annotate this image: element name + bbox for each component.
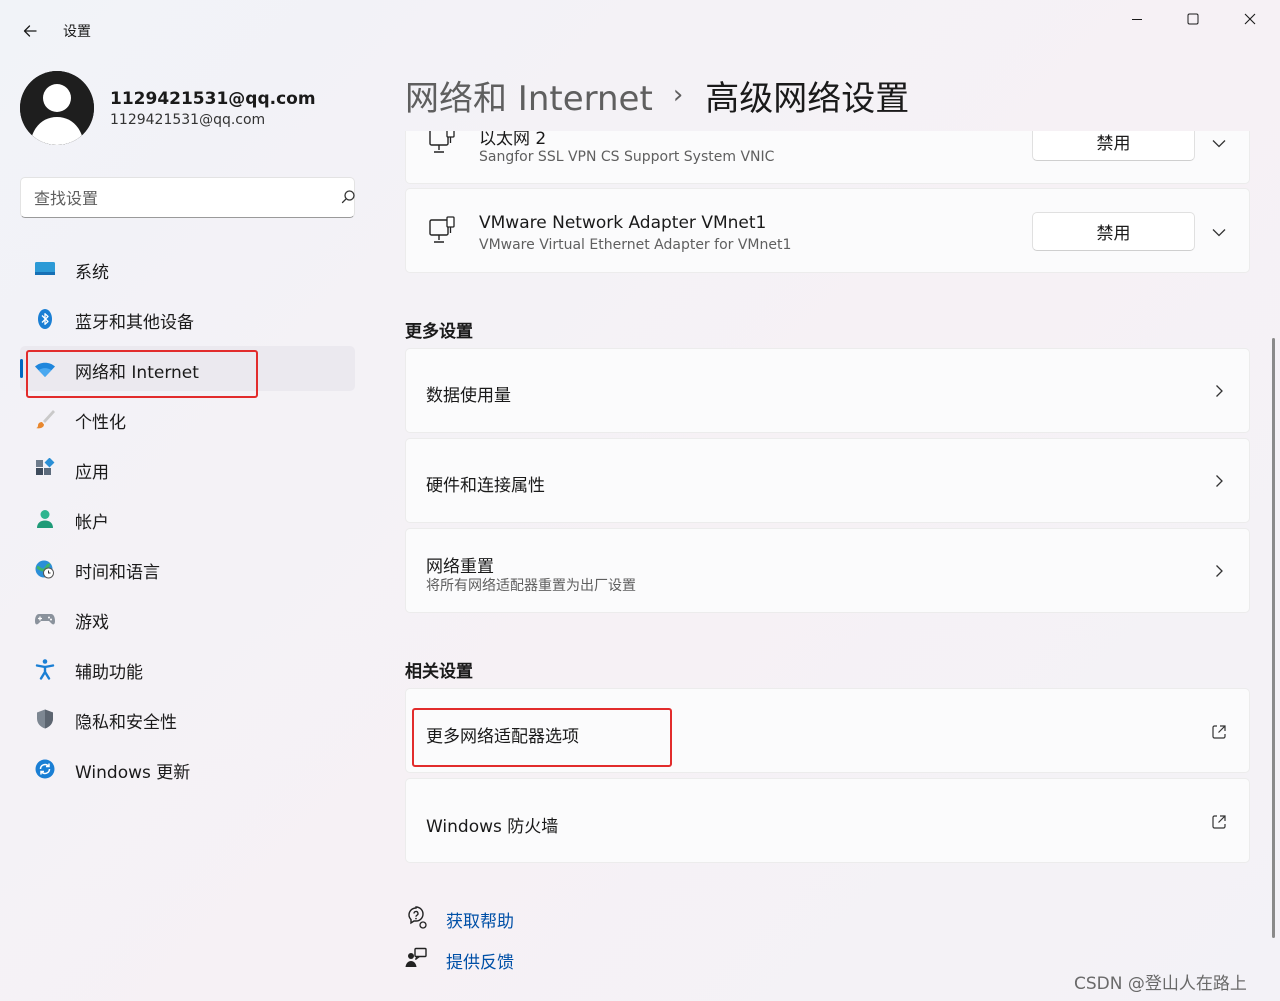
content-area: 以太网 2 Sangfor SSL VPN CS Support System … xyxy=(400,131,1268,1001)
sidebar-item-bluetooth[interactable]: 蓝牙和其他设备 xyxy=(20,296,355,341)
accessibility-icon xyxy=(34,658,56,680)
search-box[interactable] xyxy=(20,177,355,218)
sidebar-item-label: 网络和 Internet xyxy=(75,363,199,383)
row-title: Windows 防火墙 xyxy=(426,817,559,837)
breadcrumb-separator: › xyxy=(672,80,684,110)
close-icon xyxy=(1244,13,1256,25)
ethernet-adapter-icon xyxy=(429,216,455,243)
disable-button[interactable]: 禁用 xyxy=(1032,212,1195,251)
update-icon xyxy=(34,758,56,780)
sidebar-item-label: 蓝牙和其他设备 xyxy=(75,313,194,333)
app-title: 设置 xyxy=(63,24,91,40)
adapter-title: VMware Network Adapter VMnet1 xyxy=(479,213,767,233)
back-button[interactable] xyxy=(14,16,46,46)
chevron-down-icon[interactable] xyxy=(1210,223,1228,241)
help-icon xyxy=(408,906,427,929)
breadcrumb-parent[interactable]: 网络和 Internet xyxy=(405,71,653,120)
sidebar-item-label: 应用 xyxy=(75,463,109,483)
user-email: 1129421531@qq.com xyxy=(110,112,266,128)
sidebar-item-label: 辅助功能 xyxy=(75,663,143,683)
scrollbar[interactable] xyxy=(1272,338,1275,938)
bluetooth-icon xyxy=(34,308,56,330)
section-title-more-settings: 更多设置 xyxy=(405,322,473,342)
watermark: CSDN @登山人在路上 xyxy=(1074,974,1247,994)
row-title: 数据使用量 xyxy=(426,386,511,406)
settings-row-windows-firewall[interactable]: Windows 防火墙 xyxy=(405,778,1250,863)
external-link-icon xyxy=(1212,815,1226,829)
sidebar-item-label: Windows 更新 xyxy=(75,763,191,783)
avatar[interactable] xyxy=(20,71,94,145)
user-avatar-icon xyxy=(20,71,94,145)
section-title-related-settings: 相关设置 xyxy=(405,662,473,682)
sidebar-item-label: 时间和语言 xyxy=(75,563,160,583)
sidebar-nav: 系统 蓝牙和其他设备 网络和 Internet 个性化 应用 帐户 时间和语言 … xyxy=(20,246,355,796)
sidebar-item-label: 系统 xyxy=(75,263,109,283)
user-name: 1129421531@qq.com xyxy=(110,89,316,109)
brush-icon xyxy=(34,408,56,430)
adapter-card[interactable]: VMware Network Adapter VMnet1 VMware Vir… xyxy=(405,188,1250,273)
settings-row-hardware-properties[interactable]: 硬件和连接属性 xyxy=(405,438,1250,523)
shield-icon xyxy=(34,708,56,730)
disable-button[interactable]: 禁用 xyxy=(1032,131,1195,161)
sidebar-item-label: 个性化 xyxy=(75,413,126,433)
settings-row-data-usage[interactable]: 数据使用量 xyxy=(405,348,1250,433)
adapter-title: 以太网 2 xyxy=(479,131,547,149)
row-description: 将所有网络适配器重置为出厂设置 xyxy=(426,578,636,594)
sidebar-item-gaming[interactable]: 游戏 xyxy=(20,596,355,641)
person-icon xyxy=(34,508,56,530)
globe-clock-icon xyxy=(34,558,56,580)
settings-row-network-reset[interactable]: 网络重置 将所有网络适配器重置为出厂设置 xyxy=(405,528,1250,613)
chevron-right-icon xyxy=(1216,385,1223,397)
sidebar-item-personalization[interactable]: 个性化 xyxy=(20,396,355,441)
display-icon xyxy=(34,258,56,280)
feedback-link[interactable]: 提供反馈 xyxy=(446,948,514,973)
external-link-icon xyxy=(1212,725,1226,739)
search-icon[interactable] xyxy=(339,188,357,206)
adapter-description: Sangfor SSL VPN CS Support System VNIC xyxy=(479,149,775,165)
active-indicator xyxy=(20,359,23,378)
chevron-down-icon[interactable] xyxy=(1210,134,1228,152)
title-bar: 设置 xyxy=(0,0,1280,60)
get-help-link[interactable]: 获取帮助 xyxy=(446,907,514,932)
sidebar-item-network[interactable]: 网络和 Internet xyxy=(20,346,355,391)
minimize-button[interactable] xyxy=(1114,4,1160,34)
maximize-icon xyxy=(1187,13,1199,25)
sidebar-item-label: 游戏 xyxy=(75,613,109,633)
gamepad-icon xyxy=(34,608,56,630)
sidebar-item-apps[interactable]: 应用 xyxy=(20,446,355,491)
sidebar-item-windows-update[interactable]: Windows 更新 xyxy=(20,746,355,791)
wifi-icon xyxy=(34,358,56,380)
adapter-card[interactable]: 以太网 2 Sangfor SSL VPN CS Support System … xyxy=(405,131,1250,184)
breadcrumb: 网络和 Internet › 高级网络设置 xyxy=(405,71,910,120)
close-button[interactable] xyxy=(1227,4,1273,34)
sidebar-item-label: 隐私和安全性 xyxy=(75,713,177,733)
sidebar-item-accessibility[interactable]: 辅助功能 xyxy=(20,646,355,691)
chevron-right-icon xyxy=(1216,475,1223,487)
row-title: 硬件和连接属性 xyxy=(426,476,545,496)
sidebar-item-system[interactable]: 系统 xyxy=(20,246,355,291)
maximize-button[interactable] xyxy=(1170,4,1216,34)
chevron-right-icon xyxy=(1216,565,1223,577)
row-title: 网络重置 xyxy=(426,557,494,577)
sidebar-item-label: 帐户 xyxy=(75,513,109,533)
row-title: 更多网络适配器选项 xyxy=(426,727,579,747)
apps-icon xyxy=(34,458,56,480)
feedback-icon xyxy=(405,947,427,967)
ethernet-adapter-icon xyxy=(429,131,455,153)
sidebar-item-time-language[interactable]: 时间和语言 xyxy=(20,546,355,591)
back-arrow-icon xyxy=(23,25,37,37)
sidebar-item-privacy[interactable]: 隐私和安全性 xyxy=(20,696,355,741)
minimize-icon xyxy=(1132,19,1142,20)
page-title: 高级网络设置 xyxy=(705,78,910,119)
search-input[interactable] xyxy=(34,186,304,210)
adapter-description: VMware Virtual Ethernet Adapter for VMne… xyxy=(479,237,792,253)
sidebar-item-accounts[interactable]: 帐户 xyxy=(20,496,355,541)
settings-row-more-adapter-options[interactable]: 更多网络适配器选项 xyxy=(405,688,1250,773)
